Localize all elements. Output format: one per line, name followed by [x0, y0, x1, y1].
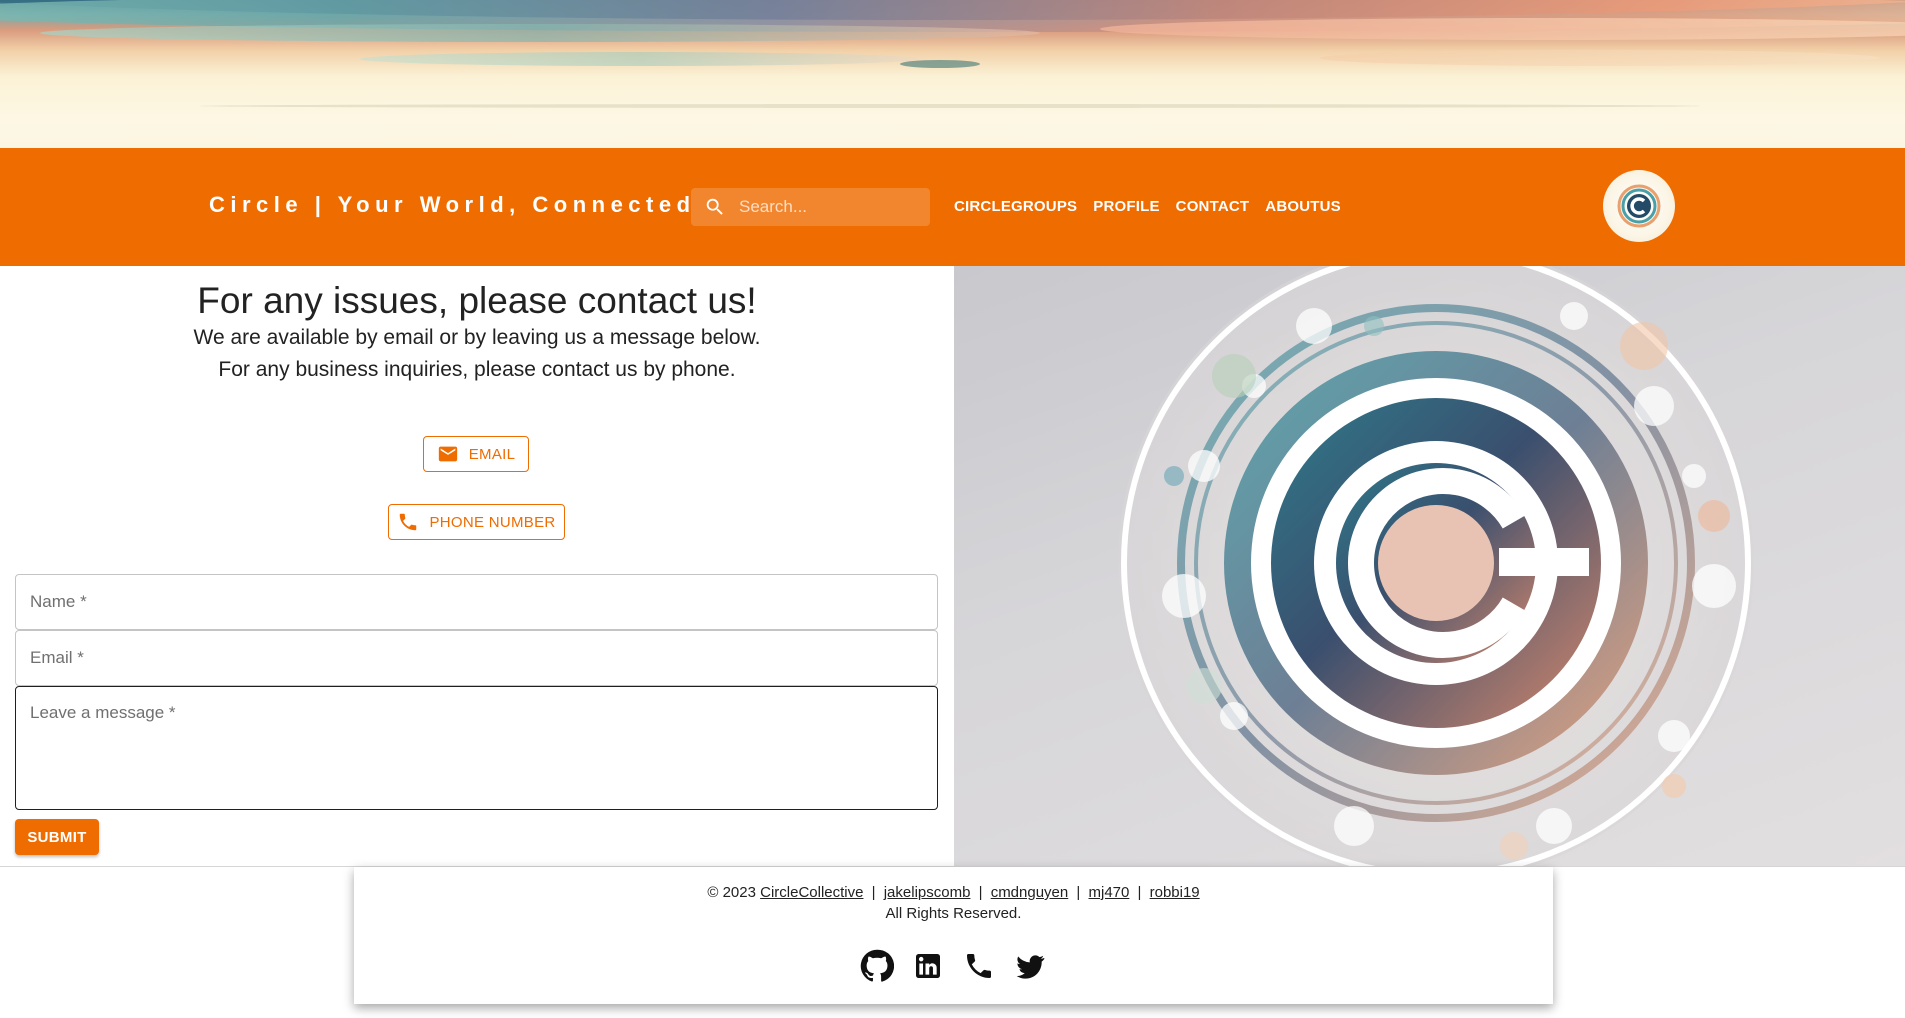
nav-profile[interactable]: PROFILE [1085, 196, 1167, 218]
banner-image [0, 0, 1905, 148]
message-input[interactable] [16, 687, 937, 809]
search-icon [691, 188, 739, 226]
email-button[interactable]: EMAIL [423, 436, 529, 472]
github-icon[interactable] [860, 949, 894, 983]
circle-logo-illustration [954, 266, 1905, 867]
footer-link-jakelipscomb[interactable]: jakelipscomb [884, 884, 971, 901]
contact-subtitle-email: We are available by email or by leaving … [193, 326, 761, 349]
nav-contact[interactable]: CONTACT [1168, 196, 1258, 218]
footer-link-mj470[interactable]: mj470 [1089, 884, 1130, 901]
nav-circlegroups[interactable]: CIRCLEGROUPS [946, 196, 1085, 218]
circle-logo-icon [1118, 266, 1754, 867]
footer-separator: | [871, 884, 876, 901]
footer-link-circlecollective[interactable]: CircleCollective [760, 884, 863, 901]
phone-button-label: PHONE NUMBER [429, 513, 556, 531]
search-input[interactable] [739, 197, 919, 217]
mail-icon [438, 446, 457, 462]
footer-separator: | [978, 884, 983, 901]
footer-separator: | [1137, 884, 1142, 901]
nav-aboutus[interactable]: ABOUTUS [1257, 196, 1349, 218]
search-box[interactable] [691, 188, 930, 226]
linkedin-icon[interactable] [911, 949, 945, 983]
contact-subtitle-phone: For any business inquiries, please conta… [218, 358, 736, 381]
top-app-bar: Circle | Your World, Connected CIRCLEGRO… [0, 148, 1905, 266]
page-title: For any issues, please contact us! [197, 280, 757, 321]
main-nav: CIRCLEGROUPS PROFILE CONTACT ABOUTUS [946, 196, 1349, 218]
submit-button[interactable]: SUBMIT [15, 819, 99, 855]
name-input[interactable] [16, 575, 937, 629]
copyright-text: © 2023 [707, 884, 756, 901]
message-field[interactable] [15, 686, 938, 810]
name-field[interactable] [15, 574, 938, 630]
twitter-icon[interactable] [1013, 949, 1047, 983]
footer-separator: | [1076, 884, 1081, 901]
email-button-label: EMAIL [468, 445, 516, 463]
email-input[interactable] [16, 631, 937, 685]
footer-credits: © 2023 CircleCollective | jakelipscomb |… [354, 884, 1553, 901]
brand-title: Circle | Your World, Connected [209, 192, 696, 217]
social-links [354, 949, 1553, 983]
rights-text: All Rights Reserved. [885, 905, 1022, 922]
contact-section: For any issues, please contact us! We ar… [0, 266, 954, 867]
phone-icon [400, 513, 417, 531]
avatar[interactable] [1603, 170, 1675, 242]
phone-icon[interactable] [962, 949, 996, 983]
circle-logo-icon [1617, 184, 1661, 228]
footer: © 2023 CircleCollective | jakelipscomb |… [354, 867, 1553, 1004]
email-field[interactable] [15, 630, 938, 686]
footer-link-cmdnguyen[interactable]: cmdnguyen [991, 884, 1069, 901]
phone-button[interactable]: PHONE NUMBER [388, 504, 565, 540]
footer-link-robbi19[interactable]: robbi19 [1150, 884, 1200, 901]
